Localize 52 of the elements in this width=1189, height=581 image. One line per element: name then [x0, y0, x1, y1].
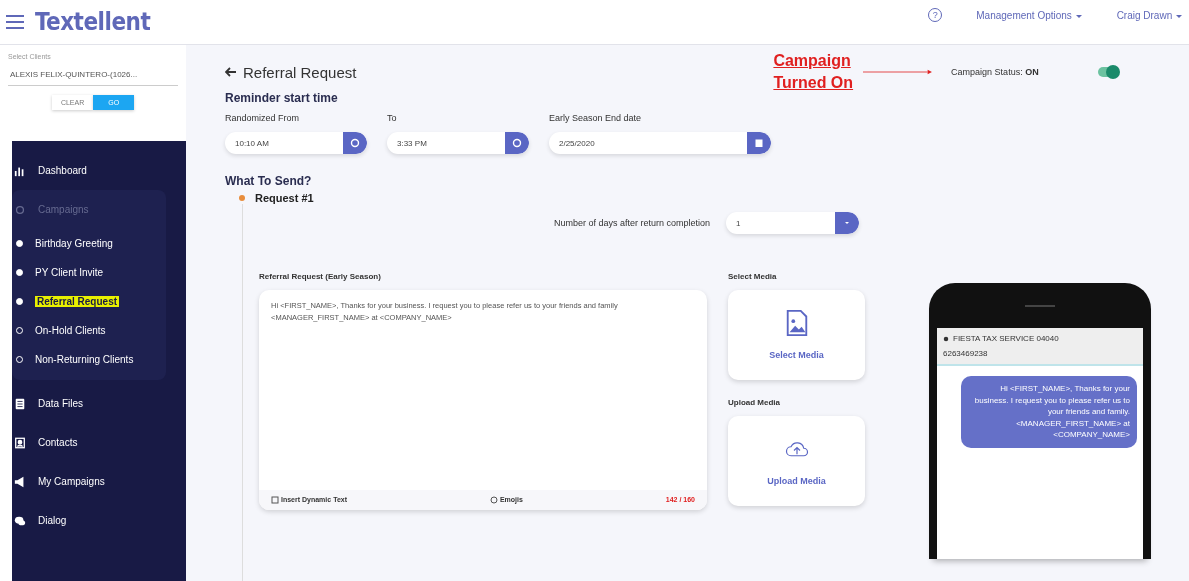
clock-icon — [512, 138, 522, 148]
nav-item[interactable]: Dashboard — [12, 151, 186, 190]
field-label: Randomized From — [225, 113, 301, 123]
nav-item[interactable]: My Campaigns — [12, 462, 186, 501]
phone-number: 6263469238 — [943, 349, 989, 358]
status-label: Campaign Status: ON — [951, 67, 1039, 77]
nav-item[interactable]: Dialog — [12, 501, 186, 540]
image-file-icon — [784, 310, 809, 336]
time-field[interactable]: 3:33 PM — [387, 132, 529, 154]
campaign-item[interactable]: PY Client Invite — [12, 258, 166, 287]
timeline-dot — [239, 195, 245, 201]
contact-card-icon — [14, 436, 26, 449]
field-label: To — [387, 113, 398, 123]
calendar-icon — [754, 138, 764, 148]
logo: Textellent — [35, 8, 151, 36]
sender-name: FIESTA TAX SERVICE 04040 — [953, 334, 1059, 343]
menu-icon[interactable] — [5, 14, 25, 30]
media-button[interactable]: Select Media — [728, 290, 865, 380]
menu-dropdown[interactable]: Craig Drawn — [1116, 9, 1183, 21]
smiley-icon — [489, 496, 498, 504]
time-field[interactable]: 10:10 AM — [225, 132, 367, 154]
message-bubble: Hi <FIRST_NAME>, Thanks for your business. I request you to please refer us to your friends and family. <MANAGER_FIRST_NAME> at <COMPANY_NAME> — [961, 376, 1137, 448]
field-label: Early Season End date — [549, 113, 643, 123]
request-title: Request #1 — [255, 192, 314, 204]
campaign-item[interactable]: Non-Returning Clients — [12, 345, 166, 374]
clock-icon — [350, 138, 360, 148]
back-arrow-icon[interactable] — [225, 67, 237, 77]
nav-item[interactable]: Data Files — [12, 384, 186, 423]
status-toggle[interactable] — [1097, 67, 1118, 77]
page-title: Referral Request — [243, 63, 357, 81]
field-label: Number of days after return completion — [553, 218, 710, 228]
field-label: Referral Request (Early Season) — [259, 272, 382, 281]
square-icon — [271, 496, 279, 504]
media-button[interactable]: Upload Media — [728, 416, 865, 506]
field-label: Upload Media — [728, 398, 781, 407]
campaign-item[interactable]: Referral Request — [12, 287, 166, 316]
arrow — [863, 67, 934, 77]
field-label: Select Media — [728, 272, 778, 281]
menu-dropdown[interactable]: Management Options — [976, 9, 1083, 21]
campaign-item[interactable]: Birthday Greeting — [12, 229, 166, 258]
campaign-item[interactable]: On-Hold Clients — [12, 316, 166, 345]
annotation-text: Campaign — [773, 51, 852, 71]
section-heading: Reminder start time — [225, 91, 339, 105]
nav-item[interactable]: Contacts — [12, 423, 186, 462]
client-field[interactable]: ALEXIS FELIX-QUINTERO-(1026... — [8, 66, 178, 86]
circle-icon — [14, 203, 26, 216]
annotation-text: Turned On — [773, 73, 854, 93]
megaphone-icon — [14, 475, 26, 488]
chat-icon — [14, 514, 26, 527]
days-dropdown[interactable]: 1 — [726, 212, 859, 234]
section-heading: What To Send? — [225, 174, 313, 188]
date-field[interactable]: 2/25/2020 — [549, 132, 771, 154]
